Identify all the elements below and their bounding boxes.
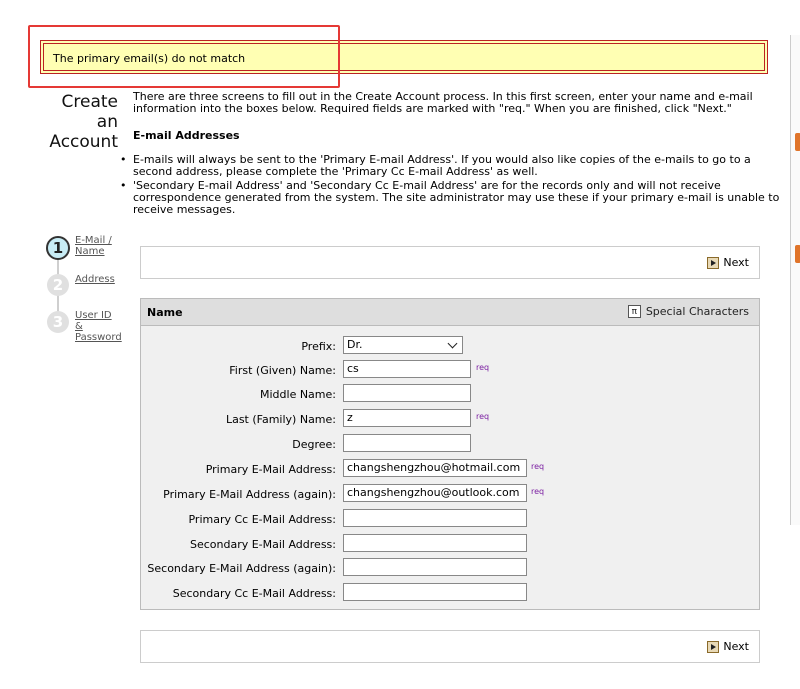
- step-link-email-name[interactable]: E-Mail / Name: [75, 235, 112, 257]
- secondary-cc-row: Secondary Cc E-Mail Address:: [141, 583, 761, 605]
- primary-email-row: Primary E-Mail Address: changshengzhou@h…: [205, 459, 545, 477]
- pi-icon: π: [627, 305, 641, 318]
- degree-input[interactable]: [343, 434, 471, 452]
- last-name-input[interactable]: z: [343, 409, 471, 427]
- step-link-address[interactable]: Address: [75, 274, 115, 285]
- page-title: Create an Account: [40, 92, 118, 152]
- primary-cc-input[interactable]: [343, 509, 527, 527]
- first-name-row: First (Given) Name: cs req: [229, 360, 490, 378]
- step-3-indicator: 3: [47, 311, 69, 333]
- email-addresses-heading: E-mail Addresses: [133, 129, 240, 142]
- step-2-indicator: 2: [47, 274, 69, 296]
- list-item: 'Secondary E-mail Address' and 'Secondar…: [120, 180, 780, 216]
- primary-email-again-input[interactable]: changshengzhou@outlook.com: [343, 484, 527, 502]
- name-panel-title: Name: [147, 306, 183, 319]
- middle-name-row: Middle Name:: [141, 384, 761, 406]
- step-1-indicator: 1: [46, 236, 70, 260]
- first-name-input[interactable]: cs: [343, 360, 471, 378]
- list-item: E-mails will always be sent to the 'Prim…: [120, 154, 780, 178]
- degree-row: Degree:: [141, 434, 761, 456]
- next-button-top[interactable]: Next: [707, 256, 749, 269]
- secondary-email-input[interactable]: [343, 534, 527, 552]
- required-marker: req: [476, 412, 490, 421]
- step-link-userid-password[interactable]: User ID & Password: [75, 310, 122, 343]
- primary-cc-row: Primary Cc E-Mail Address:: [141, 509, 761, 531]
- primary-email-again-row: Primary E-Mail Address (again): changshe…: [163, 484, 545, 502]
- middle-name-input[interactable]: [343, 384, 471, 402]
- play-arrow-icon: [707, 256, 720, 269]
- special-characters-button[interactable]: π Special Characters: [627, 305, 749, 318]
- play-arrow-icon: [707, 640, 720, 653]
- required-marker: req: [476, 363, 490, 372]
- name-panel-header: Name π Special Characters: [141, 299, 759, 326]
- side-panel-marker-icon: [795, 133, 800, 151]
- required-marker: req: [531, 487, 545, 496]
- next-button-bottom[interactable]: Next: [707, 640, 749, 653]
- page-title-line1: Create an: [61, 92, 119, 132]
- top-nav-box: Next: [140, 246, 760, 279]
- required-marker: req: [531, 462, 545, 471]
- bottom-nav-box: Next: [140, 630, 760, 663]
- page-title-line2: Account: [49, 132, 118, 152]
- highlight-annotation-box: [28, 25, 340, 88]
- side-panel-marker-icon: [795, 245, 800, 263]
- secondary-email-again-row: Secondary E-Mail Address (again):: [141, 558, 761, 580]
- primary-email-input[interactable]: changshengzhou@hotmail.com: [343, 459, 527, 477]
- intro-text: There are three screens to fill out in t…: [133, 90, 753, 115]
- secondary-cc-input[interactable]: [343, 583, 527, 601]
- last-name-row: Last (Family) Name: z req: [225, 409, 490, 427]
- name-panel: Name π Special Characters Prefix: Dr. Fi…: [140, 298, 760, 610]
- right-side-panel: [790, 35, 800, 525]
- chevron-down-icon: [447, 338, 458, 349]
- step-connector: [57, 294, 59, 312]
- email-info-list: E-mails will always be sent to the 'Prim…: [120, 154, 780, 218]
- prefix-row: Prefix: Dr.: [141, 336, 761, 358]
- prefix-select[interactable]: Dr.: [343, 336, 463, 354]
- secondary-email-row: Secondary E-Mail Address:: [141, 534, 761, 556]
- secondary-email-again-input[interactable]: [343, 558, 527, 576]
